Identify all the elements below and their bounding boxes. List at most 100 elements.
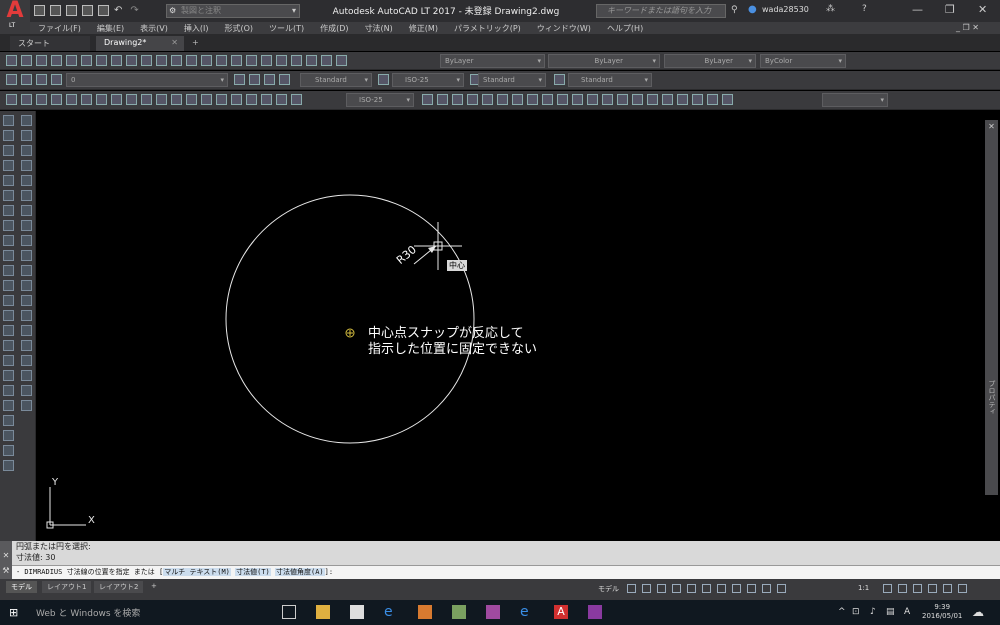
application-menu-button[interactable]: A LT xyxy=(0,0,30,34)
clock[interactable]: 9:39 2016/05/01 xyxy=(922,603,962,621)
named-views-icon[interactable] xyxy=(707,94,718,105)
save-icon[interactable] xyxy=(66,5,77,16)
edit-text-icon[interactable] xyxy=(3,385,14,396)
construction-line-icon[interactable] xyxy=(20,130,32,141)
preview-icon[interactable] xyxy=(66,55,77,66)
line-icon[interactable] xyxy=(20,115,32,126)
menu-help[interactable]: ヘルプ(H) xyxy=(607,23,643,34)
jogged-icon[interactable] xyxy=(81,94,92,105)
multiline-text-icon[interactable] xyxy=(20,385,32,396)
aligned-dim-icon[interactable] xyxy=(21,94,32,105)
stretch-icon[interactable] xyxy=(3,235,14,246)
color-combo[interactable]: ByLayer ▾ xyxy=(440,54,545,68)
message-icon[interactable]: ▤ xyxy=(886,607,895,617)
offset-icon[interactable] xyxy=(3,160,14,171)
insert-block-icon[interactable] xyxy=(20,280,32,291)
gear-icon[interactable] xyxy=(883,584,892,593)
help-icon[interactable] xyxy=(336,55,347,66)
dim-text-edit-icon[interactable] xyxy=(276,94,287,105)
plus-icon[interactable] xyxy=(898,584,907,593)
network-icon[interactable]: ⊡ xyxy=(852,607,860,617)
auto-scale-icon[interactable] xyxy=(762,584,771,593)
annotation-scale[interactable]: 1:1 xyxy=(858,584,869,592)
object-snap-tracking-icon[interactable] xyxy=(702,584,711,593)
layer-states-icon[interactable] xyxy=(264,74,275,85)
center-mark-icon[interactable] xyxy=(216,94,227,105)
model-space-button[interactable]: モデル xyxy=(598,584,619,594)
dim-override-icon[interactable] xyxy=(422,94,433,105)
layer-lock-icon[interactable] xyxy=(51,74,62,85)
design-center-icon[interactable] xyxy=(261,55,272,66)
extend-icon[interactable] xyxy=(3,265,14,276)
osnap-intersection-icon[interactable] xyxy=(467,94,478,105)
quick-dim-icon[interactable] xyxy=(126,94,137,105)
arc-length-icon[interactable] xyxy=(36,94,47,105)
osnap-nearest-icon[interactable] xyxy=(617,94,628,105)
menu-window[interactable]: ウィンドウ(W) xyxy=(537,23,591,34)
open-icon[interactable] xyxy=(21,55,32,66)
menu-draw[interactable]: 作成(D) xyxy=(320,23,348,34)
task-view-icon[interactable] xyxy=(282,605,296,619)
dim-style-combo-2[interactable]: ISO-25 ▾ xyxy=(346,93,414,107)
drawing-canvas[interactable]: R30 中心 中心点スナップが反応して 指示した位置に固定できない Y X xyxy=(36,111,985,541)
taskbar-search[interactable]: Web と Windows を検索 xyxy=(36,606,140,619)
user-name[interactable]: wada28530 xyxy=(762,5,809,14)
user-icon[interactable]: ● xyxy=(748,4,757,15)
point-icon[interactable] xyxy=(20,310,32,321)
osnap-none-icon[interactable] xyxy=(632,94,643,105)
close-button[interactable]: ✕ xyxy=(978,3,987,16)
linear-dim-icon[interactable] xyxy=(6,94,17,105)
osnap-perpendicular-icon[interactable] xyxy=(557,94,568,105)
make-block-icon[interactable] xyxy=(20,295,32,306)
copy-icon[interactable] xyxy=(111,55,122,66)
store-icon[interactable] xyxy=(350,605,364,619)
osnap-quadrant-icon[interactable] xyxy=(527,94,538,105)
dimension-style-icon[interactable] xyxy=(378,74,389,85)
osnap-tangent-icon[interactable] xyxy=(542,94,553,105)
customize-icon[interactable]: ⚒ xyxy=(0,566,12,575)
ellipse-arc-icon[interactable] xyxy=(20,265,32,276)
osnap-apparent-icon[interactable] xyxy=(482,94,493,105)
dim-space-icon[interactable] xyxy=(171,94,182,105)
match-properties-icon[interactable] xyxy=(141,55,152,66)
gradient-icon[interactable] xyxy=(20,340,32,351)
annotation-visibility-icon[interactable] xyxy=(747,584,756,593)
edge-icon[interactable]: e xyxy=(384,605,398,619)
add-selected-icon[interactable] xyxy=(20,400,32,411)
redo-icon[interactable] xyxy=(171,55,182,66)
menu-file[interactable]: ファイル(F) xyxy=(38,23,81,34)
new-icon[interactable] xyxy=(6,55,17,66)
save-as-icon[interactable] xyxy=(82,5,93,16)
sheet-set-icon[interactable] xyxy=(291,55,302,66)
dim-break-icon[interactable] xyxy=(186,94,197,105)
table-icon[interactable] xyxy=(20,370,32,381)
inspection-icon[interactable] xyxy=(231,94,242,105)
rectangle-icon[interactable] xyxy=(20,175,32,186)
osnap-settings-icon[interactable] xyxy=(647,94,658,105)
ordinate-icon[interactable] xyxy=(51,94,62,105)
ime-indicator[interactable]: A xyxy=(904,607,910,617)
option-text[interactable]: 寸法値(T) xyxy=(235,568,271,576)
quickcalc-icon[interactable] xyxy=(321,55,332,66)
tool-palettes-icon[interactable] xyxy=(276,55,287,66)
dim-edit-icon[interactable] xyxy=(261,94,272,105)
zoom-previous-icon[interactable] xyxy=(231,55,242,66)
close-command-icon[interactable]: ✕ xyxy=(0,551,12,560)
ie-icon[interactable]: e xyxy=(520,605,534,619)
tray-chevron-icon[interactable]: ^ xyxy=(838,607,846,617)
exchange-icon[interactable]: ⁂ xyxy=(826,4,835,14)
layout-icon[interactable] xyxy=(692,94,703,105)
arc-icon[interactable] xyxy=(20,190,32,201)
viewport-icon[interactable] xyxy=(677,94,688,105)
spline-icon[interactable] xyxy=(20,235,32,246)
layer-previous-icon[interactable] xyxy=(249,74,260,85)
osnap-midpoint-icon[interactable] xyxy=(452,94,463,105)
menu-tools[interactable]: ツール(T) xyxy=(269,23,304,34)
revision-cloud-icon[interactable] xyxy=(20,220,32,231)
scale-text-icon[interactable] xyxy=(3,430,14,441)
blank-combo[interactable]: ▾ xyxy=(822,93,888,107)
osnap-node-icon[interactable] xyxy=(602,94,613,105)
menu-parametric[interactable]: パラメトリック(P) xyxy=(454,23,521,34)
zoom-realtime-icon[interactable] xyxy=(201,55,212,66)
menu-view[interactable]: 表示(V) xyxy=(140,23,168,34)
